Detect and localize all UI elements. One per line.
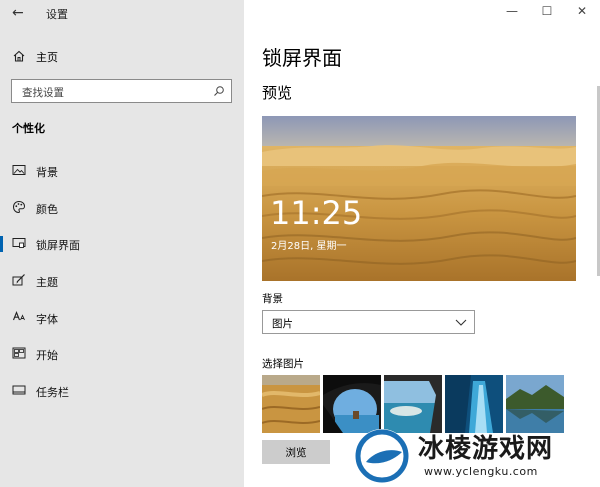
chevron-down-icon — [455, 319, 467, 326]
sidebar-item-label: 锁屏界面 — [36, 239, 80, 252]
page-title: 锁屏界面 — [262, 46, 342, 70]
picture-icon — [12, 165, 26, 175]
palette-icon — [12, 200, 26, 214]
font-icon — [12, 311, 25, 321]
sidebar-item-fonts[interactable]: 字体 — [0, 305, 244, 331]
sidebar-item-colors[interactable]: 颜色 — [0, 195, 244, 221]
sidebar-item-label: 主页 — [36, 51, 58, 64]
lock-screen-icon — [12, 238, 26, 248]
section-title: 个性化 — [12, 122, 45, 135]
sidebar: ← 设置 主页 查找设置 个性化 背景 颜色 锁屏界面 主题 字体 开始 任务栏 — [0, 0, 244, 487]
watermark: 冰棱游戏网 www.yclengku.com — [352, 426, 600, 486]
dropdown-value: 图片 — [272, 318, 293, 330]
sidebar-item-background[interactable]: 背景 — [0, 158, 244, 184]
sidebar-item-taskbar[interactable]: 任务栏 — [0, 378, 244, 404]
thumbnail-sea-window[interactable] — [384, 375, 442, 433]
search-input[interactable]: 查找设置 — [11, 79, 232, 103]
watermark-url: www.yclengku.com — [424, 465, 538, 478]
sidebar-item-label: 开始 — [36, 349, 58, 362]
sidebar-item-label: 颜色 — [36, 203, 58, 216]
home-icon — [13, 50, 25, 62]
watermark-logo-icon — [355, 429, 409, 483]
sidebar-item-lock-screen[interactable]: 锁屏界面 — [0, 231, 244, 257]
watermark-text: 冰棱游戏网 — [418, 434, 554, 464]
maximize-button[interactable]: ☐ — [532, 4, 562, 18]
minimize-button[interactable]: — — [497, 4, 527, 18]
sidebar-item-label: 字体 — [36, 313, 58, 326]
sidebar-item-label: 任务栏 — [36, 386, 69, 399]
browse-button[interactable]: 浏览 — [262, 440, 330, 464]
search-icon[interactable] — [213, 85, 225, 97]
sidebar-item-home[interactable]: 主页 — [0, 45, 244, 69]
start-icon — [12, 347, 26, 359]
thumbnail-waterfall[interactable] — [445, 375, 503, 433]
taskbar-icon — [12, 385, 26, 395]
background-label: 背景 — [262, 293, 283, 305]
choose-picture-label: 选择图片 — [262, 358, 304, 370]
background-dropdown[interactable]: 图片 — [262, 310, 475, 334]
thumbnail-cave[interactable] — [323, 375, 381, 433]
search-placeholder: 查找设置 — [22, 87, 64, 99]
close-button[interactable]: ✕ — [567, 4, 597, 18]
thumbnail-desert[interactable] — [262, 375, 320, 433]
preview-clock: 11:25 — [270, 194, 363, 232]
lock-screen-preview: 11:25 2月28日, 星期一 — [262, 116, 576, 281]
back-arrow-icon[interactable]: ← — [12, 5, 24, 21]
sidebar-item-label: 主题 — [36, 276, 58, 289]
app-title: 设置 — [46, 8, 68, 21]
sidebar-item-themes[interactable]: 主题 — [0, 268, 244, 294]
sidebar-item-label: 背景 — [36, 166, 58, 179]
preview-date: 2月28日, 星期一 — [271, 241, 347, 252]
preview-heading: 预览 — [262, 84, 293, 102]
thumbnail-lake[interactable] — [506, 375, 564, 433]
title-bar: ← 设置 — [0, 0, 244, 26]
sidebar-item-start[interactable]: 开始 — [0, 341, 244, 367]
brush-icon — [12, 274, 25, 286]
